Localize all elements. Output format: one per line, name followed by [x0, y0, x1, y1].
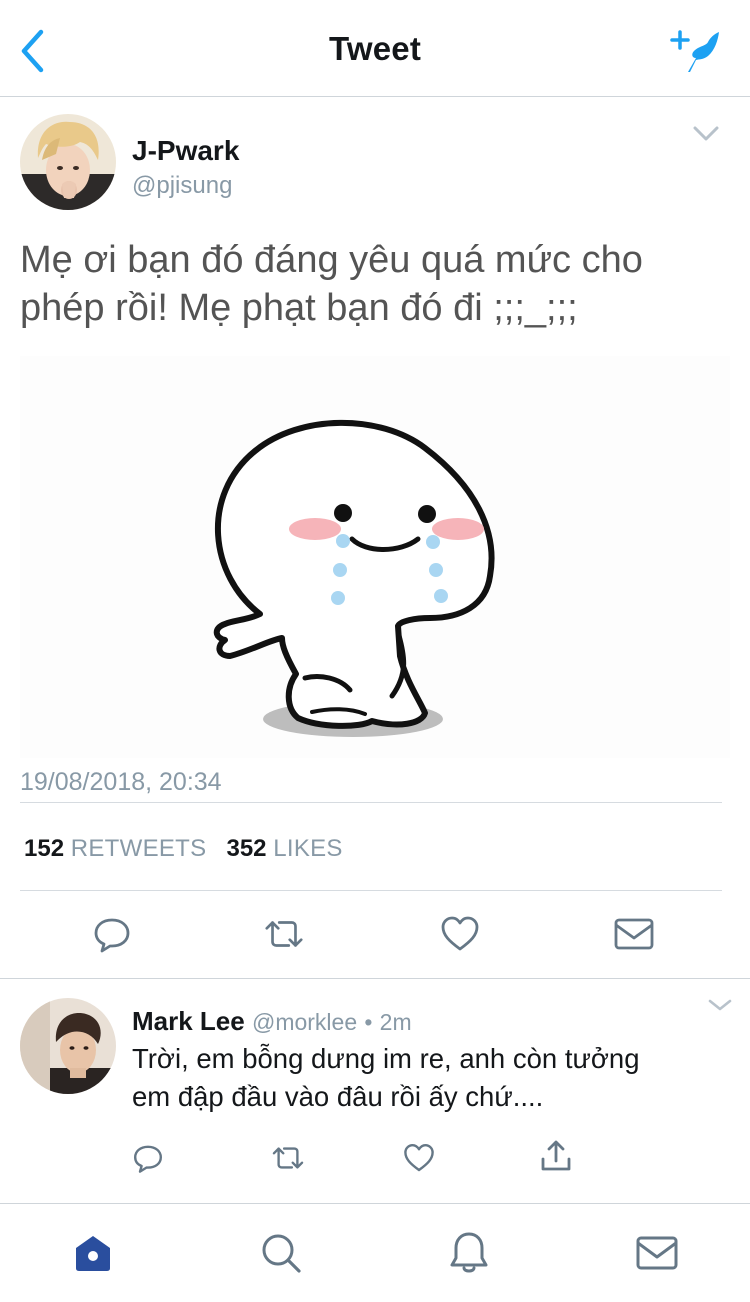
notifications-icon	[450, 1232, 488, 1273]
author-avatar-image	[20, 114, 116, 210]
reply-header: Mark Lee @morklee • 2m	[132, 1006, 412, 1037]
retweet-icon	[272, 1147, 304, 1169]
reply-text: Trời, em bỗng dưng im re, anh còn tưởng …	[132, 1040, 732, 1116]
divider	[0, 978, 750, 979]
like-button[interactable]	[438, 912, 482, 956]
tweet-stats: 152 RETWEETS 352 LIKES	[24, 835, 343, 863]
tab-search[interactable]	[256, 1228, 306, 1278]
reply-author-name[interactable]: Mark Lee	[132, 1006, 245, 1036]
reply-like-button[interactable]	[397, 1136, 441, 1180]
author-handle[interactable]: @pjisung	[132, 172, 232, 200]
retweets-label[interactable]: RETWEETS	[71, 835, 207, 862]
top-navigation-bar: Tweet	[0, 0, 750, 97]
divider	[20, 890, 722, 891]
retweet-icon	[265, 921, 303, 947]
reply-reply-button[interactable]	[126, 1136, 170, 1180]
chevron-down-icon[interactable]	[692, 124, 720, 144]
tweet-text-line: Mẹ ơi bạn đó đáng yêu quá mức cho	[20, 239, 643, 281]
search-icon	[262, 1234, 301, 1273]
reply-retweet-button[interactable]	[266, 1136, 310, 1180]
reply-separator: •	[364, 1009, 373, 1035]
tweet-text-line: phép rồi! Mẹ phạt bạn đó đi ;;;_;;;	[20, 287, 578, 329]
author-avatar[interactable]	[20, 114, 116, 210]
direct-message-button[interactable]	[612, 912, 656, 956]
reply-icon	[134, 1145, 162, 1173]
tweet-media-image[interactable]	[20, 356, 730, 758]
like-icon	[404, 1144, 434, 1172]
retweet-button[interactable]	[262, 912, 306, 956]
reply-icon	[94, 918, 130, 953]
tab-messages[interactable]	[632, 1228, 682, 1278]
divider	[20, 802, 722, 803]
reply-text-line: Trời, em bỗng dưng im re, anh còn tưởng	[132, 1043, 640, 1074]
share-icon	[541, 1140, 571, 1171]
like-icon	[441, 916, 479, 951]
tweet-timestamp: 19/08/2018, 20:34	[20, 768, 222, 796]
reply-text-line: em đập đầu vào đâu rồi ấy chứ....	[132, 1081, 544, 1112]
tab-notifications[interactable]	[444, 1228, 494, 1278]
compose-icon	[670, 30, 719, 72]
reply-author-avatar-image	[20, 998, 116, 1094]
tab-home[interactable]	[68, 1228, 118, 1278]
reply-button[interactable]	[90, 912, 134, 956]
likes-label[interactable]: LIKES	[273, 835, 343, 862]
reply-author-handle[interactable]: @morklee	[252, 1009, 357, 1035]
message-icon	[636, 1236, 678, 1270]
reply-author-avatar[interactable]	[20, 998, 116, 1094]
reply-share-button[interactable]	[534, 1134, 578, 1178]
reply-time: 2m	[379, 1009, 412, 1035]
tweet-text: Mẹ ơi bạn đó đáng yêu quá mức cho phép r…	[20, 236, 735, 332]
chevron-down-icon[interactable]	[708, 998, 732, 1012]
home-icon	[76, 1236, 110, 1271]
bottom-tab-bar	[0, 1203, 750, 1302]
likes-count[interactable]: 352	[226, 835, 266, 862]
compose-tweet-button[interactable]	[670, 26, 722, 76]
page-title: Tweet	[328, 30, 422, 67]
crying-character-sticker	[20, 356, 730, 758]
author-name[interactable]: J-Pwark	[132, 135, 239, 167]
message-icon	[614, 918, 654, 950]
retweets-count[interactable]: 152	[24, 835, 64, 862]
